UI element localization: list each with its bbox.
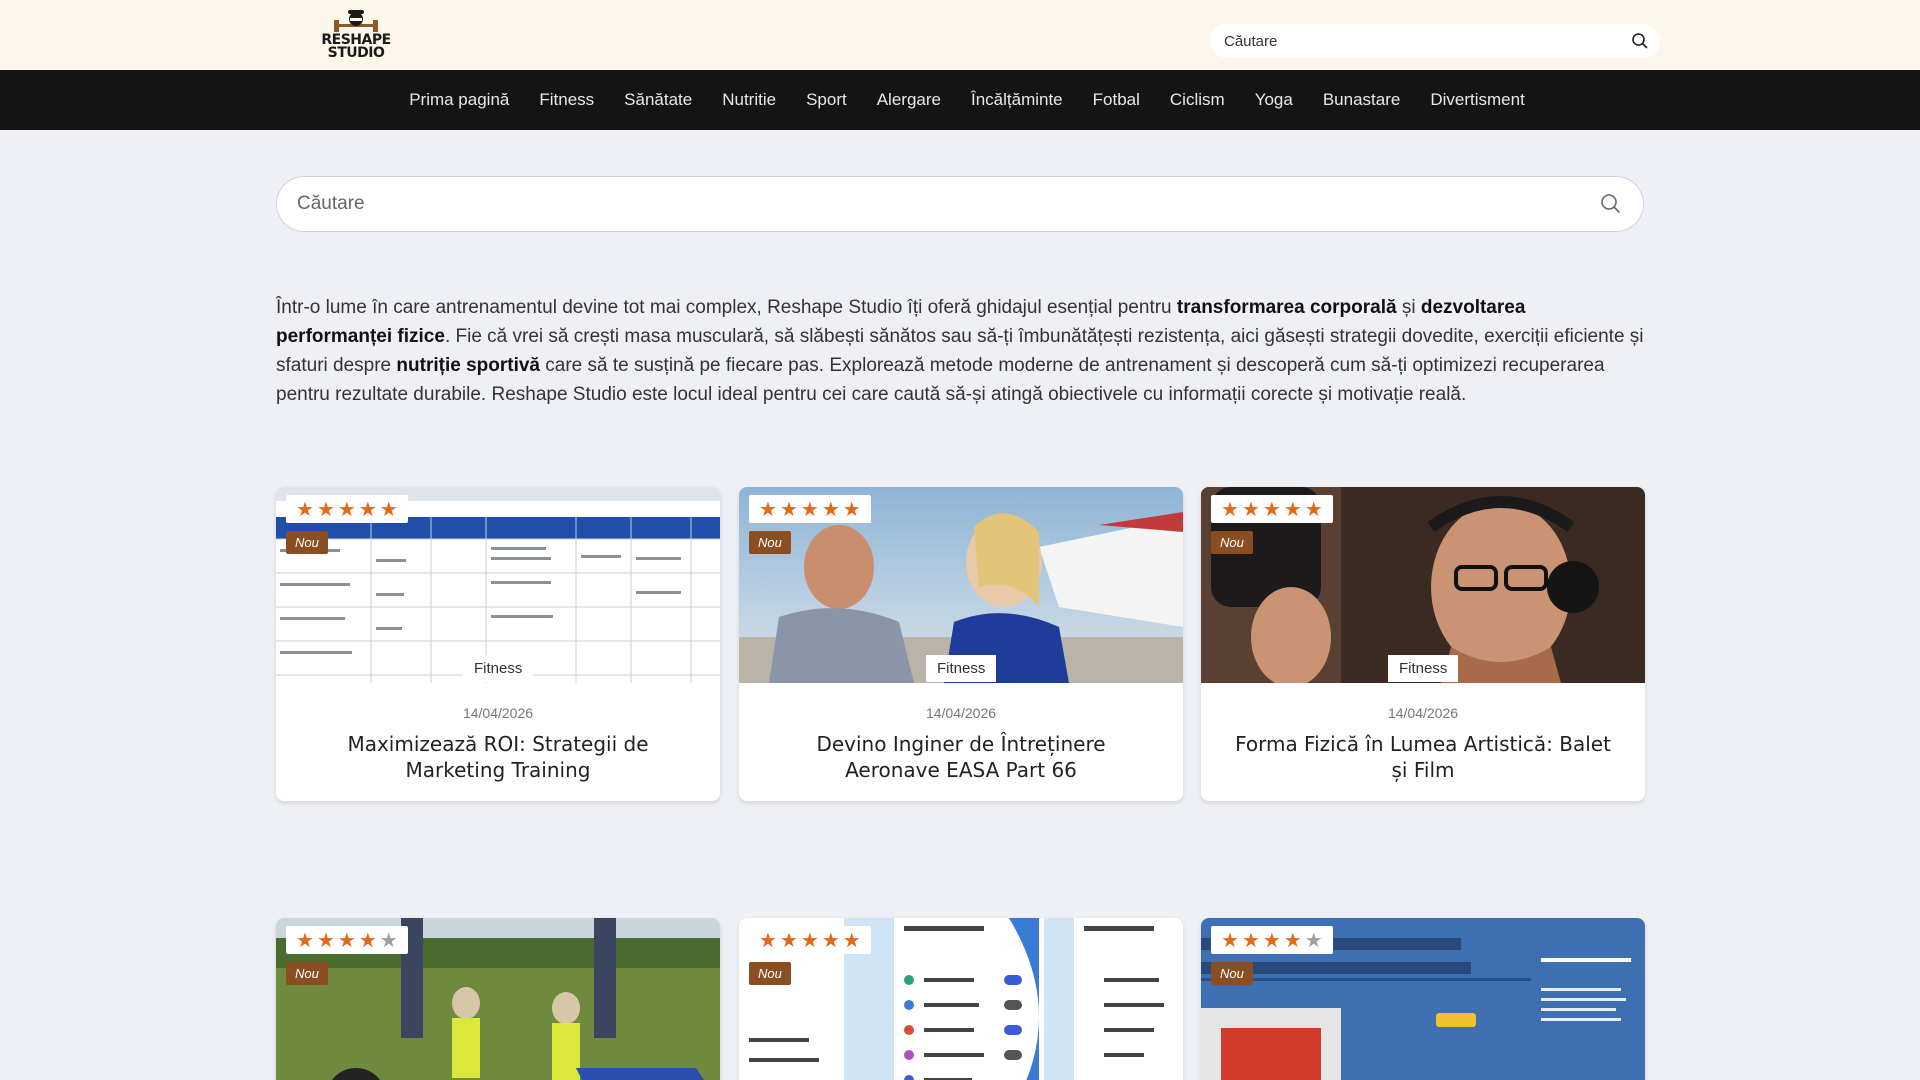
nav-item-alergare[interactable]: Alergare <box>877 90 941 110</box>
nav-item-ciclism[interactable]: Ciclism <box>1170 90 1225 110</box>
star-icon: ★ <box>1262 497 1281 521</box>
article-card[interactable]: ★ ★ ★ ★ ★ Nou Fitness 14/04/2026 Maximizează… <box>276 487 720 801</box>
star-icon: ★ <box>337 928 356 952</box>
article-date: 14/04/2026 <box>925 705 997 721</box>
nav-item-yoga[interactable]: Yoga <box>1255 90 1293 110</box>
article-date: 14/04/2026 <box>462 705 534 721</box>
star-rating: ★ ★ ★ ★ ★ <box>749 926 871 954</box>
star-icon: ★ <box>1283 928 1302 952</box>
nav-item-prima-pagina[interactable]: Prima pagină <box>409 90 509 110</box>
top-header: RESHAPE STUDIO <box>0 0 1920 70</box>
star-rating: ★ ★ ★ ★ ★ <box>286 926 408 954</box>
new-badge: Nou <box>286 531 328 554</box>
category-tag[interactable]: Fitness <box>1388 655 1459 682</box>
logo-line-2: STUDIO <box>327 45 385 61</box>
logo-text: RESHAPE STUDIO <box>304 33 408 61</box>
category-tag[interactable]: Fitness <box>463 655 534 682</box>
star-icon: ★ <box>379 928 398 952</box>
star-icon: ★ <box>759 928 777 952</box>
star-icon: ★ <box>1262 928 1281 952</box>
nav-item-fitness[interactable]: Fitness <box>539 90 594 110</box>
star-icon: ★ <box>296 497 314 521</box>
new-badge: Nou <box>749 962 791 985</box>
new-badge: Nou <box>749 531 791 554</box>
new-badge: Nou <box>286 962 328 985</box>
star-icon: ★ <box>358 928 377 952</box>
article-date: 14/04/2026 <box>1387 705 1459 721</box>
logo-icon <box>334 10 378 32</box>
intro-bold-1: transformarea corporală <box>1176 297 1397 318</box>
nav-item-divertisment[interactable]: Divertisment <box>1430 90 1524 110</box>
new-badge: Nou <box>1211 962 1253 985</box>
article-title[interactable]: Maximizează ROI: Strategii de Marketing … <box>306 731 690 783</box>
star-icon: ★ <box>296 928 314 952</box>
star-rating: ★ ★ ★ ★ ★ <box>1211 495 1333 523</box>
nav-item-incaltaminte[interactable]: Încălțăminte <box>971 90 1063 110</box>
star-icon: ★ <box>1283 497 1302 521</box>
main-search-input[interactable] <box>297 177 1557 231</box>
site-logo[interactable]: RESHAPE STUDIO <box>304 8 408 62</box>
main-navigation: Prima pagină Fitness Sănătate Nutritie S… <box>0 70 1920 130</box>
star-icon: ★ <box>800 928 819 952</box>
star-icon: ★ <box>779 928 798 952</box>
intro-paragraph: Într-o lume în care antrenamentul devine… <box>276 293 1644 409</box>
star-icon: ★ <box>821 928 840 952</box>
star-icon: ★ <box>379 497 398 521</box>
intro-text-2: și <box>1396 297 1421 318</box>
header-search-input[interactable] <box>1224 24 1614 58</box>
nav-item-nutritie[interactable]: Nutritie <box>722 90 776 110</box>
article-card[interactable]: ★ ★ ★ ★ ★ Nou Fitness 14/04/2026 Devino Ingi… <box>739 487 1183 801</box>
star-icon: ★ <box>1304 497 1323 521</box>
star-icon: ★ <box>842 928 861 952</box>
article-title[interactable]: Forma Fizică în Lumea Artistică: Balet ș… <box>1231 731 1615 783</box>
star-icon: ★ <box>800 497 819 521</box>
article-card[interactable]: ★ ★ ★ ★ ★ Nou <box>739 918 1183 1080</box>
article-card[interactable]: ★ ★ ★ ★ ★ Nou Fitness 14/04/2026 Forma Fizic… <box>1201 487 1645 801</box>
star-icon: ★ <box>358 497 377 521</box>
star-icon: ★ <box>779 497 798 521</box>
star-icon: ★ <box>316 928 335 952</box>
star-icon: ★ <box>1241 497 1260 521</box>
star-icon: ★ <box>337 497 356 521</box>
article-title[interactable]: Devino Inginer de Întreținere Aeronave E… <box>769 731 1153 783</box>
star-icon: ★ <box>1241 928 1260 952</box>
search-icon[interactable] <box>1599 192 1623 216</box>
star-icon: ★ <box>1221 928 1239 952</box>
star-rating: ★ ★ ★ ★ ★ <box>1211 926 1333 954</box>
category-tag[interactable]: Fitness <box>926 655 997 682</box>
nav-item-bunastare[interactable]: Bunastare <box>1323 90 1401 110</box>
article-card[interactable]: ★ ★ ★ ★ ★ Nou <box>276 918 720 1080</box>
nav-item-sanatate[interactable]: Sănătate <box>624 90 692 110</box>
star-rating: ★ ★ ★ ★ ★ <box>749 495 871 523</box>
star-icon: ★ <box>316 497 335 521</box>
search-icon[interactable] <box>1630 31 1650 51</box>
star-icon: ★ <box>842 497 861 521</box>
intro-text-1: Într-o lume în care antrenamentul devine… <box>276 297 1177 318</box>
new-badge: Nou <box>1211 531 1253 554</box>
star-icon: ★ <box>759 497 777 521</box>
star-icon: ★ <box>1221 497 1239 521</box>
main-search <box>276 176 1644 232</box>
nav-item-fotbal[interactable]: Fotbal <box>1093 90 1140 110</box>
star-icon: ★ <box>821 497 840 521</box>
star-icon: ★ <box>1304 928 1323 952</box>
star-rating: ★ ★ ★ ★ ★ <box>286 495 408 523</box>
header-search <box>1210 24 1660 58</box>
article-card[interactable]: ★ ★ ★ ★ ★ Nou <box>1201 918 1645 1080</box>
nav-item-sport[interactable]: Sport <box>806 90 847 110</box>
intro-bold-3: nutriție sportivă <box>396 355 540 376</box>
